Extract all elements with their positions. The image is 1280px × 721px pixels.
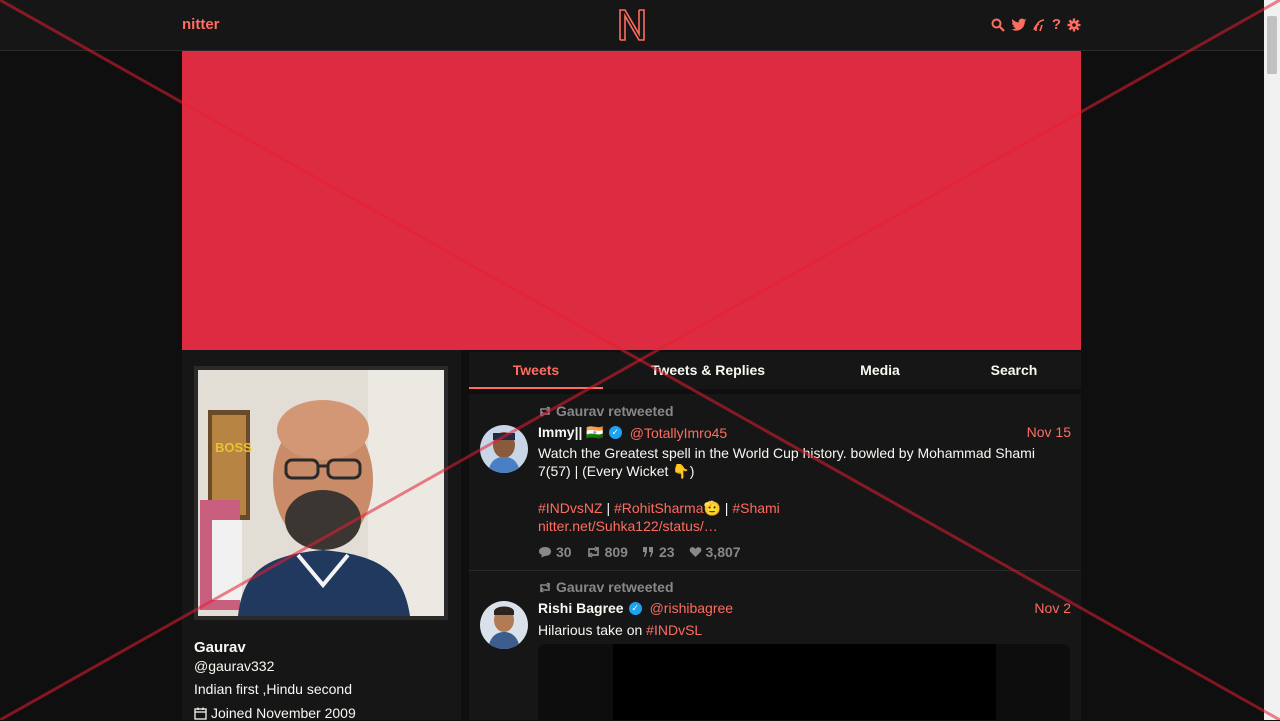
hashtag-link[interactable]: #INDvSL [646,622,702,638]
like-stat[interactable]: 3,807 [689,544,741,560]
quote-count: 23 [658,544,675,560]
tweet-stats: 30 809 23 3,807 [538,544,741,560]
profile-joined: Joined November 2009 [194,705,356,721]
timeline: Gaurav retweeted Immy|| 🇮🇳 ✓ @TotallyImr… [469,394,1081,720]
tweet-text-line: Watch the Greatest spell in the World Cu… [538,445,1035,461]
retweet-count: 809 [604,544,628,560]
tweet-media[interactable] [538,644,1070,720]
nitter-logo-icon[interactable] [617,8,647,42]
heart-icon [689,547,701,557]
retweet-header: Gaurav retweeted [538,579,674,595]
tweet-text-line: 7(57) | (Every Wicket 👇) [538,463,695,479]
rss-icon[interactable] [1033,18,1046,32]
profile-name[interactable]: Gaurav [194,639,246,656]
tweet-header: Rishi Bagree ✓ @rishibagree [538,600,733,616]
help-icon[interactable]: ? [1052,16,1061,34]
nav-brand-link[interactable]: nitter [182,16,220,33]
hashtag-link[interactable]: #INDvsNZ [538,500,603,516]
tweet-text: Hilarious take on [538,622,647,638]
tweet-date[interactable]: Nov 2 [1034,600,1071,616]
like-count: 3,807 [705,544,741,560]
avatar[interactable] [480,425,528,473]
tab-tweets[interactable]: Tweets [469,352,603,389]
joined-text: Joined November 2009 [211,705,356,721]
tweet-link[interactable]: nitter.net/Suhka122/status/… [538,517,1058,535]
retweet-icon [539,581,551,593]
tweet-fullname[interactable]: Immy|| 🇮🇳 [538,424,604,441]
separator: | [606,500,611,516]
profile-card: BOSS Gaurav @gaurav332 Indian first ,Hin… [182,350,461,721]
tweet-date[interactable]: Nov 15 [1027,424,1071,440]
reply-stat[interactable]: 30 [538,544,572,560]
tweet-item[interactable]: Gaurav retweeted Rishi Bagree ✓ @rishiba… [469,571,1081,720]
tweet-item[interactable]: Gaurav retweeted Immy|| 🇮🇳 ✓ @TotallyImr… [469,394,1081,571]
tweet-content: Watch the Greatest spell in the World Cu… [538,444,1058,535]
tab-media[interactable]: Media [830,352,930,389]
tab-tweets-replies[interactable]: Tweets & Replies [633,352,783,389]
video-player[interactable] [613,644,996,720]
reply-count: 30 [556,544,572,560]
hashtag-link[interactable]: #Shami [732,500,779,516]
retweet-header: Gaurav retweeted [538,403,674,419]
profile-banner[interactable] [182,51,1081,350]
quote-icon [642,547,653,557]
retweet-stat[interactable]: 809 [586,544,628,560]
avatar[interactable] [480,601,528,649]
timeline-tabs: Tweets Tweets & Replies Media Search [469,352,1081,389]
hashtag-link[interactable]: #RohitSharma🫡 [614,500,721,516]
scrollbar-thumb[interactable] [1267,16,1277,74]
tweet-header: Immy|| 🇮🇳 ✓ @TotallyImro45 [538,424,727,441]
verified-icon: ✓ [608,426,622,439]
tab-search[interactable]: Search [964,352,1064,389]
tweet-username[interactable]: @rishibagree [650,600,733,616]
separator: | [724,500,729,516]
profile-handle[interactable]: @gaurav332 [194,658,274,674]
tweet-content: Hilarious take on #INDvSL [538,621,1058,639]
twitter-icon[interactable] [1011,18,1027,32]
svg-text:BOSS: BOSS [215,440,252,455]
avatar-photo: BOSS [198,370,444,616]
comment-icon [539,547,551,558]
retweet-icon [587,546,599,558]
quote-stat[interactable]: 23 [642,544,675,560]
tweet-username[interactable]: @TotallyImro45 [630,425,727,441]
nav-icons: ? [991,16,1081,34]
calendar-icon [194,707,207,720]
tweet-fullname[interactable]: Rishi Bagree [538,600,624,616]
profile-bio: Indian first ,Hindu second [194,681,352,697]
retweet-icon [539,405,551,417]
retweet-header-text: Gaurav retweeted [556,579,674,595]
settings-icon[interactable] [1067,18,1081,32]
search-icon[interactable] [991,18,1005,32]
retweet-header-text: Gaurav retweeted [556,403,674,419]
verified-icon: ✓ [628,601,642,615]
navbar: nitter ? [0,0,1264,51]
page-scrollbar[interactable] [1264,0,1280,720]
profile-avatar[interactable]: BOSS [194,366,448,620]
